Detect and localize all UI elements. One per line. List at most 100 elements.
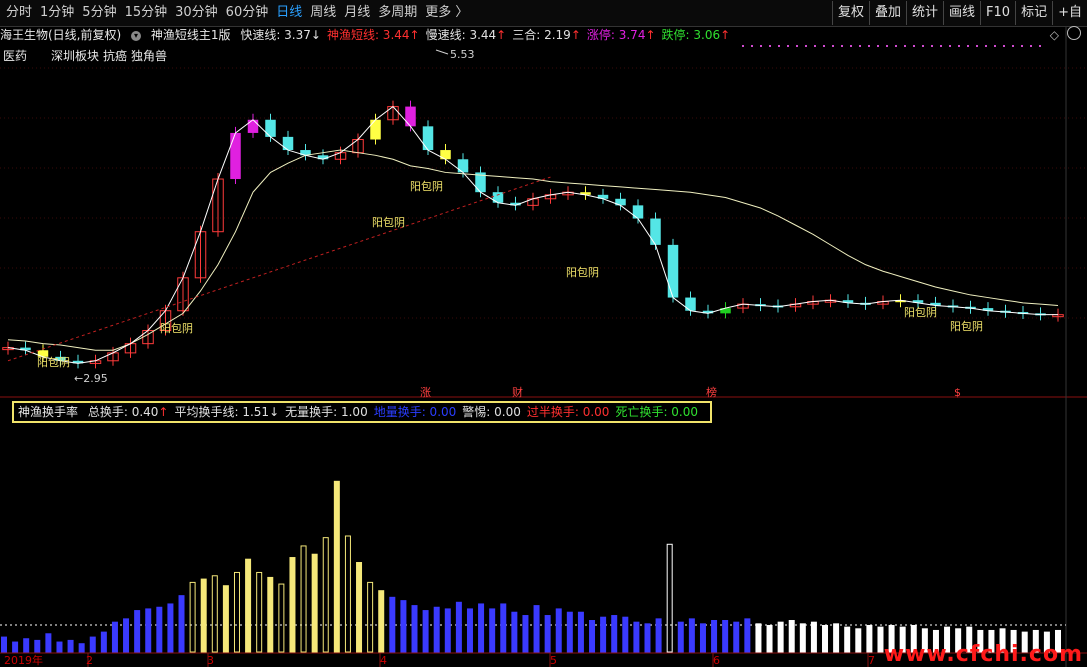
- shenyu-line: [7, 176, 551, 362]
- low-price-label: ←2.95: [74, 372, 108, 385]
- turnover-bar: [500, 603, 507, 653]
- turnover-bar: [655, 618, 662, 653]
- top-marker-dot: [805, 45, 807, 47]
- candle-body: [492, 192, 504, 203]
- sub-marker: 榜: [706, 385, 717, 399]
- x-tick-label: 5: [550, 654, 557, 667]
- indicator-value-5: 过半换手: 0.00: [526, 405, 610, 419]
- indicator-value-0: 总换手: 0.40↑: [87, 405, 169, 419]
- turnover-bar: [466, 608, 473, 653]
- turnover-bar: [78, 643, 85, 653]
- top-marker-dot: [931, 45, 933, 47]
- turnover-bar: [111, 621, 118, 653]
- turnover-bar: [189, 581, 196, 653]
- sub-marker: $: [954, 386, 961, 399]
- top-marker-dot: [742, 45, 744, 47]
- top-marker-dot: [760, 45, 762, 47]
- turnover-bar: [855, 628, 862, 653]
- turnover-bar: [256, 571, 263, 653]
- turnover-bar: [300, 545, 307, 653]
- turnover-bar: [367, 581, 374, 653]
- turnover-bar: [56, 641, 63, 653]
- top-marker-dot: [832, 45, 834, 47]
- top-marker-dot: [949, 45, 951, 47]
- x-tick-label: 3: [207, 654, 214, 667]
- candle-body: [685, 297, 696, 311]
- turnover-bar: [233, 571, 240, 653]
- turnover-bar: [1, 636, 7, 653]
- turnover-bar: [589, 620, 596, 653]
- turnover-bar: [433, 606, 440, 653]
- x-tick-label: 4: [380, 654, 387, 667]
- x-tick-label: 7: [868, 654, 875, 667]
- kline-chart[interactable]: 5.53←2.95阳包阴阳包阴阳包阴阳包阴阳包阴阳包阴阳包阴涨财榜 $: [0, 0, 1087, 667]
- turnover-bar: [200, 578, 207, 653]
- top-marker-dot: [778, 45, 780, 47]
- turnover-bar: [788, 620, 795, 653]
- turnover-bar: [89, 636, 96, 653]
- turnover-bar: [289, 557, 296, 653]
- turnover-bar: [123, 618, 130, 653]
- turnover-bar: [267, 576, 274, 653]
- turnover-bar: [378, 590, 385, 653]
- turnover-bar: [722, 620, 729, 653]
- turnover-bar: [677, 621, 684, 653]
- turnover-bar: [400, 600, 407, 653]
- top-marker-dot: [913, 45, 915, 47]
- indicator-value-4: 警惕: 0.00: [462, 405, 521, 419]
- turnover-bar: [666, 543, 673, 653]
- arrow-icon: ↑: [158, 405, 169, 419]
- turnover-bar: [799, 623, 806, 653]
- top-marker-dot: [877, 45, 879, 47]
- turnover-bar: [699, 623, 706, 653]
- top-marker-dot: [814, 45, 816, 47]
- turnover-bar: [333, 480, 340, 653]
- sub-indicator-bar: 神渔换手率 总换手: 0.40↑ 平均换手线: 1.51↓ 无量换手: 1.00 地量…: [12, 401, 712, 423]
- turnover-bar: [688, 618, 695, 653]
- turnover-bar: [23, 638, 30, 653]
- top-marker-dot: [922, 45, 924, 47]
- pattern-label: 阳包阴: [37, 356, 70, 369]
- candle-body: [457, 159, 469, 173]
- turnover-bar: [389, 596, 396, 653]
- turnover-bar: [211, 575, 218, 653]
- top-marker-dot: [985, 45, 987, 47]
- turnover-bar: [600, 616, 607, 653]
- turnover-bar: [644, 623, 651, 653]
- indicator-value-3: 地量换手: 0.00: [373, 405, 457, 419]
- turnover-bar: [322, 537, 329, 653]
- pattern-label: 阳包阴: [904, 306, 937, 319]
- top-marker-dot: [904, 45, 906, 47]
- candle-body: [405, 106, 416, 127]
- pattern-label: 阳包阴: [160, 322, 193, 335]
- turnover-bar: [633, 621, 640, 653]
- turnover-bar: [755, 623, 762, 653]
- candle-body: [230, 132, 241, 180]
- turnover-bar: [422, 610, 429, 653]
- top-marker-dot: [751, 45, 753, 47]
- turnover-bar: [555, 608, 562, 653]
- top-marker-dot: [823, 45, 825, 47]
- candle-body: [632, 205, 644, 219]
- top-marker-dot: [940, 45, 942, 47]
- turnover-bar: [622, 616, 629, 653]
- top-marker-dot: [841, 45, 843, 47]
- top-marker-dot: [994, 45, 996, 47]
- turnover-bar: [278, 583, 285, 653]
- turnover-bar: [411, 605, 418, 653]
- sub-indicator-values: 总换手: 0.40↑ 平均换手线: 1.51↓ 无量换手: 1.00 地量换手: 0.…: [88, 405, 704, 419]
- candle-body: [650, 218, 661, 245]
- turnover-bar: [833, 623, 840, 653]
- x-tick-label: 2: [86, 654, 93, 667]
- sub-indicator-name[interactable]: 神渔换手率: [18, 405, 78, 419]
- top-marker-dot: [1039, 45, 1041, 47]
- indicator-value-2: 无量换手: 1.00: [285, 405, 368, 419]
- turnover-bar: [810, 621, 817, 653]
- indicator-value-1: 平均换手线: 1.51↓: [174, 405, 280, 419]
- top-marker-dot: [967, 45, 969, 47]
- turnover-bar: [777, 621, 784, 653]
- pattern-label: 阳包阴: [950, 320, 983, 333]
- turnover-bar: [733, 621, 740, 653]
- turnover-bar: [444, 608, 451, 653]
- top-marker-dot: [1012, 45, 1014, 47]
